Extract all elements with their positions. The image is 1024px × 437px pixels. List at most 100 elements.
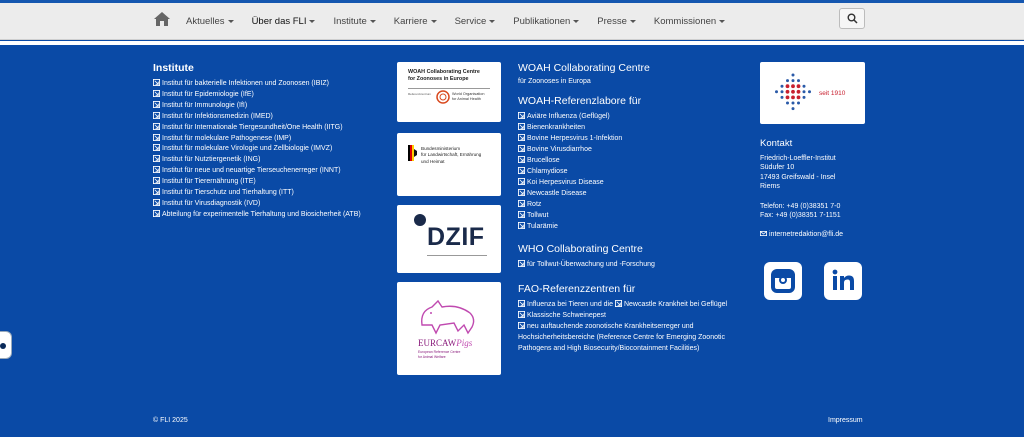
- nav-item[interactable]: Service: [455, 16, 496, 27]
- fli-dot: [808, 90, 811, 94]
- nav-item-label: Kommissionen: [653, 16, 717, 27]
- woah-lab-link[interactable]: Newcastle Disease: [518, 188, 748, 199]
- institute-link-label: Institut für bakterielle Infektionen und…: [162, 80, 329, 87]
- institute-link-label: Institut für Tierschutz und Tierhaltung …: [162, 189, 294, 197]
- contact-line-3: 17493 Greifswald - Insel: [760, 173, 836, 181]
- institute-link[interactable]: Institut für molekulare Pathogenese (IMP…: [153, 133, 383, 145]
- fao-item-influenza[interactable]: Influenza bei Tieren und die Newcastle K…: [518, 299, 728, 310]
- contact-line-1: Friedrich-Loeffler-Institut: [760, 155, 836, 162]
- institute-link[interactable]: Institut für Virusdiagnostik (IVD): [153, 198, 383, 210]
- search-button[interactable]: [839, 8, 865, 29]
- eurcaw-text: EURCAW: [418, 338, 457, 348]
- woah-lab-link[interactable]: Tollwut: [518, 210, 748, 221]
- woah-lab-link[interactable]: Rotz: [518, 199, 748, 210]
- nav-item[interactable]: Aktuelles: [186, 16, 234, 27]
- woah-lab-link[interactable]: Bovine Virusdiarrhoe: [518, 144, 748, 155]
- fli-dot: [791, 107, 795, 111]
- dzif-logo[interactable]: DZIF: [397, 205, 501, 273]
- external-link-icon: [153, 166, 160, 174]
- nav-item[interactable]: Karriere: [394, 16, 437, 27]
- woah-lab-link-label: Aviäre Influenza (Geflügel): [527, 113, 610, 120]
- institute-link[interactable]: Institut für Immunologie (IfI): [153, 100, 383, 112]
- external-link-icon: [518, 200, 525, 207]
- external-link-icon: [153, 122, 160, 130]
- woah-lab-link[interactable]: Koi Herpesvirus Disease: [518, 177, 748, 188]
- external-link-icon: [518, 112, 525, 119]
- fli-dot: [797, 101, 800, 105]
- fli-dot: [797, 79, 800, 83]
- institute-link[interactable]: Institut für Tierschutz und Tierhaltung …: [153, 188, 383, 199]
- institute-link[interactable]: Institut für Internationale Tiergesundhe…: [153, 122, 383, 134]
- institute-link[interactable]: Institut für bakterielle Infektionen und…: [153, 79, 383, 90]
- woah-lab-link[interactable]: Bovine Herpesvirus 1-Infektion: [518, 133, 748, 144]
- external-link-icon: [518, 211, 525, 218]
- fli-dot: [791, 101, 795, 105]
- institute-link[interactable]: Institut für Tierernährung (ITE): [153, 177, 383, 188]
- main-navbar: Aktuelles Über das FLI Institute Karriere Se…: [0, 3, 1024, 40]
- institute-link-label: Institut für Tierernährung (ITE): [162, 178, 256, 186]
- woah-org-line2: for Animal Health: [452, 97, 481, 101]
- fli-dot: [780, 90, 784, 94]
- fli-dot: [791, 79, 795, 83]
- woah-logo-line2: for Zoonoses in Europe: [408, 76, 469, 82]
- external-link-icon: [518, 322, 525, 329]
- eurcaw-logo[interactable]: EURCAWPigs European Reference Centre for…: [397, 282, 501, 375]
- woah-lab-link-label: Bovine Virusdiarrhoe: [527, 146, 592, 153]
- fao-list: Influenza bei Tieren und die Newcastle K…: [518, 299, 748, 354]
- nav-menu: Aktuelles Über das FLI Institute Karriere Se…: [186, 3, 743, 40]
- woah-lab-link-label: Koi Herpesvirus Disease: [527, 179, 604, 186]
- woah-centre-sub[interactable]: für Zoonoses in Europa: [518, 78, 748, 85]
- fli-dot: [791, 89, 795, 94]
- nav-item-label: Publikationen: [513, 16, 571, 27]
- bmel-logo[interactable]: Bundesministerium für Landwirtschaft, Er…: [397, 133, 501, 196]
- caret-down-icon: [369, 19, 376, 23]
- external-link-icon: [153, 155, 160, 163]
- institute-link[interactable]: Abteilung für experimentelle Tierhaltung…: [153, 209, 383, 221]
- instagram-button[interactable]: [764, 262, 802, 300]
- home-icon[interactable]: [153, 11, 171, 27]
- nav-item[interactable]: Institute: [333, 16, 376, 27]
- accessibility-tab[interactable]: [0, 331, 12, 359]
- woah-lab-link[interactable]: Chlamydiose: [518, 166, 748, 177]
- contact-column: seit 1910 Kontakt Friedrich-Loeffler-Ins…: [760, 62, 870, 240]
- fli-dot: [802, 95, 806, 99]
- contact-line-2: Südufer 10: [760, 164, 795, 172]
- envelope-icon: [760, 231, 767, 237]
- nav-item[interactable]: Über das FLI: [252, 16, 316, 27]
- woah-lab-link[interactable]: Tularämie: [518, 221, 748, 232]
- impressum-link[interactable]: Impressum: [828, 417, 863, 424]
- external-link-icon: [518, 178, 525, 185]
- fao-item-schweinepest[interactable]: Klassische Schweinepest: [518, 310, 748, 321]
- fli-dot: [785, 89, 790, 94]
- fli-dot: [791, 95, 795, 100]
- who-link[interactable]: für Tollwut-Überwachung und -Forschung: [518, 259, 748, 270]
- woah-lab-link[interactable]: Brucellose: [518, 155, 748, 166]
- institute-link[interactable]: Institut für neue und neuartige Tierseuc…: [153, 166, 383, 177]
- who-list: für Tollwut-Überwachung und -Forschung: [518, 259, 748, 270]
- contact-email[interactable]: internetredaktion@fli.de: [760, 230, 870, 239]
- fli-dot: [785, 95, 790, 100]
- institute-link[interactable]: Institut für molekulare Virologie und Ze…: [153, 144, 383, 155]
- nav-item[interactable]: Presse: [597, 16, 636, 27]
- nav-item[interactable]: Kommissionen: [653, 16, 726, 27]
- woah-lab-link[interactable]: Bienenkrankheiten: [518, 122, 748, 133]
- woah-logo[interactable]: WOAH Collaborating Centre for Zoonoses i…: [397, 62, 501, 122]
- bmel-line3: und Heimat: [421, 158, 445, 164]
- fao-item-zoonotic[interactable]: neu auftauchende zoonotische Krankheitse…: [518, 321, 728, 354]
- woah-lab-link[interactable]: Aviäre Influenza (Geflügel): [518, 111, 748, 122]
- linkedin-button[interactable]: [824, 262, 862, 300]
- external-link-icon: [153, 188, 160, 196]
- institute-link[interactable]: Institut für Nutztiergenetik (ING): [153, 155, 383, 166]
- nav-item-label: Karriere: [393, 16, 428, 27]
- external-link-icon: [153, 133, 160, 141]
- eurcaw-italic: Pigs: [456, 338, 473, 348]
- instagram-icon: [771, 269, 795, 293]
- institute-link[interactable]: Institut für Epidemiologie (IfE): [153, 89, 383, 101]
- caret-down-icon: [227, 19, 234, 23]
- fli-logo[interactable]: seit 1910: [760, 62, 865, 124]
- woah-centre-heading: WOAH Collaborating Centre: [518, 62, 650, 74]
- institute-link[interactable]: Institut für Infektionsmedizin (IMED): [153, 111, 383, 123]
- institute-column: Institute Institut für bakterielle Infek…: [153, 62, 383, 221]
- woah-lab-link-label: Rotz: [527, 201, 542, 208]
- nav-item[interactable]: Publikationen: [513, 16, 580, 27]
